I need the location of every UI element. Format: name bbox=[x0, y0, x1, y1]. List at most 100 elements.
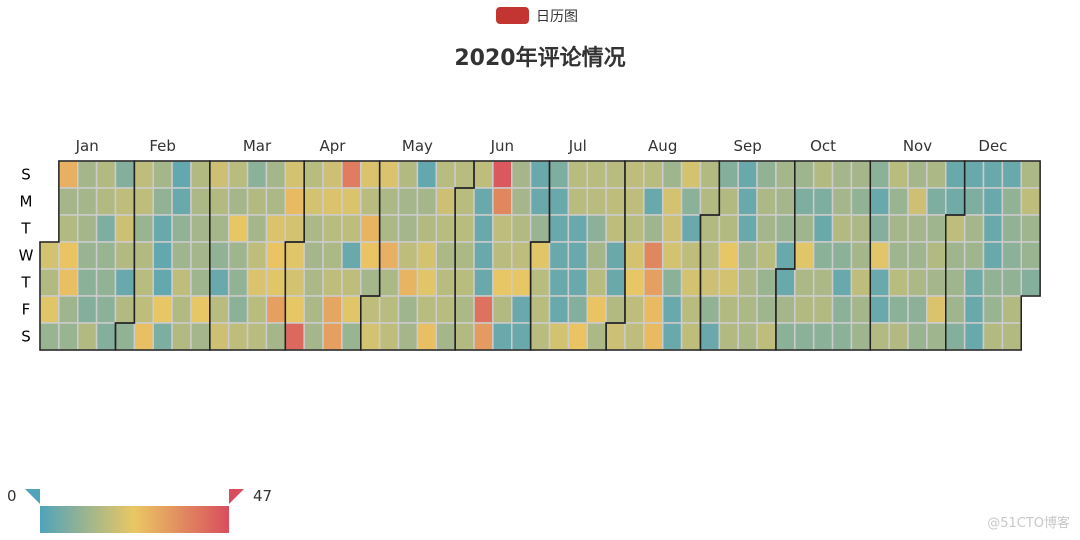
calendar-cell[interactable] bbox=[907, 214, 928, 243]
calendar-cell[interactable] bbox=[586, 322, 607, 351]
calendar-cell[interactable] bbox=[812, 322, 834, 351]
legend-swatch[interactable] bbox=[496, 7, 529, 24]
calendar-cell[interactable] bbox=[190, 187, 211, 216]
calendar-cell[interactable] bbox=[209, 187, 230, 216]
calendar-cell[interactable] bbox=[624, 187, 645, 216]
calendar-cell[interactable] bbox=[133, 187, 154, 216]
calendar-cell[interactable] bbox=[907, 268, 928, 297]
calendar-cell[interactable] bbox=[926, 268, 947, 297]
calendar-cell[interactable] bbox=[95, 214, 117, 243]
calendar-cell[interactable] bbox=[869, 268, 890, 297]
calendar-cell[interactable] bbox=[624, 268, 645, 297]
calendar-cell[interactable] bbox=[548, 214, 570, 243]
calendar-cell[interactable] bbox=[190, 160, 211, 189]
calendar-cell[interactable] bbox=[511, 295, 532, 324]
calendar-cell[interactable] bbox=[775, 295, 796, 324]
calendar-cell[interactable] bbox=[982, 295, 1004, 324]
calendar-cell[interactable] bbox=[888, 268, 909, 297]
calendar-cell[interactable] bbox=[605, 322, 626, 351]
calendar-cell[interactable] bbox=[548, 295, 570, 324]
calendar-cell[interactable] bbox=[982, 214, 1004, 243]
calendar-cell[interactable] bbox=[794, 214, 815, 243]
calendar-cell[interactable] bbox=[1001, 295, 1022, 324]
calendar-cell[interactable] bbox=[39, 295, 60, 324]
calendar-cell[interactable] bbox=[850, 214, 872, 243]
calendar-cell[interactable] bbox=[95, 160, 117, 189]
calendar-cell[interactable] bbox=[454, 322, 475, 351]
calendar-cell[interactable] bbox=[850, 187, 872, 216]
calendar-cell[interactable] bbox=[227, 214, 249, 243]
calendar-cell[interactable] bbox=[831, 187, 853, 216]
calendar-cell[interactable] bbox=[699, 322, 721, 351]
calendar-cell[interactable] bbox=[869, 241, 890, 270]
calendar-cell[interactable] bbox=[76, 322, 98, 351]
calendar-cell[interactable] bbox=[982, 187, 1004, 216]
calendar-cell[interactable] bbox=[76, 214, 98, 243]
calendar-cell[interactable] bbox=[643, 187, 664, 216]
calendar-cell[interactable] bbox=[888, 241, 909, 270]
calendar-cell[interactable] bbox=[888, 295, 909, 324]
calendar-cell[interactable] bbox=[850, 160, 872, 189]
calendar-cell[interactable] bbox=[58, 241, 79, 270]
calendar-cell[interactable] bbox=[209, 268, 230, 297]
calendar-cell[interactable] bbox=[76, 241, 98, 270]
calendar-cell[interactable] bbox=[529, 268, 551, 297]
calendar-cell[interactable] bbox=[511, 268, 532, 297]
calendar-cell[interactable] bbox=[888, 187, 909, 216]
calendar-cell[interactable] bbox=[794, 241, 815, 270]
calendar-cell[interactable] bbox=[511, 241, 532, 270]
calendar-cell[interactable] bbox=[756, 187, 777, 216]
calendar-cell[interactable] bbox=[907, 241, 928, 270]
calendar-cell[interactable] bbox=[95, 241, 117, 270]
calendar-cell[interactable] bbox=[775, 187, 796, 216]
calendar-cell[interactable] bbox=[1001, 160, 1022, 189]
calendar-cell[interactable] bbox=[718, 187, 739, 216]
calendar-cell[interactable] bbox=[567, 160, 588, 189]
calendar-cell[interactable] bbox=[341, 268, 362, 297]
calendar-cell[interactable] bbox=[586, 295, 607, 324]
calendar-cell[interactable] bbox=[303, 160, 324, 189]
calendar-cell[interactable] bbox=[1001, 187, 1022, 216]
calendar-cell[interactable] bbox=[265, 160, 287, 189]
calendar-cell[interactable] bbox=[756, 268, 777, 297]
calendar-cell[interactable] bbox=[190, 214, 211, 243]
calendar-cell[interactable] bbox=[322, 160, 343, 189]
calendar-cell[interactable] bbox=[284, 160, 305, 189]
calendar-cell[interactable] bbox=[341, 160, 362, 189]
legend[interactable]: 日历图 bbox=[496, 7, 578, 25]
calendar-cell[interactable] bbox=[548, 322, 570, 351]
calendar-cell[interactable] bbox=[435, 160, 456, 189]
calendar-cell[interactable] bbox=[511, 187, 532, 216]
calendar-cell[interactable] bbox=[511, 214, 532, 243]
calendar-cell[interactable] bbox=[39, 241, 60, 270]
calendar-cell[interactable] bbox=[699, 187, 721, 216]
calendar-cell[interactable] bbox=[680, 322, 702, 351]
calendar-cell[interactable] bbox=[945, 322, 966, 351]
calendar-cell[interactable] bbox=[643, 214, 664, 243]
calendar-cell[interactable] bbox=[756, 214, 777, 243]
calendar-cell[interactable] bbox=[473, 187, 494, 216]
calendar-cell[interactable] bbox=[114, 268, 136, 297]
calendar-cell[interactable] bbox=[794, 322, 815, 351]
calendar-cell[interactable] bbox=[360, 295, 381, 324]
calendar-cell[interactable] bbox=[209, 214, 230, 243]
calendar-cell[interactable] bbox=[416, 187, 438, 216]
calendar-cell[interactable] bbox=[209, 295, 230, 324]
calendar-cell[interactable] bbox=[888, 160, 909, 189]
calendar-cell[interactable] bbox=[812, 268, 834, 297]
calendar-cell[interactable] bbox=[624, 241, 645, 270]
calendar-cell[interactable] bbox=[95, 295, 117, 324]
calendar-cell[interactable] bbox=[812, 214, 834, 243]
calendar-cell[interactable] bbox=[567, 241, 588, 270]
calendar-cell[interactable] bbox=[680, 214, 702, 243]
calendar-cell[interactable] bbox=[227, 160, 249, 189]
calendar-cell[interactable] bbox=[58, 322, 79, 351]
calendar-cell[interactable] bbox=[209, 241, 230, 270]
calendar-cell[interactable] bbox=[133, 214, 154, 243]
calendar-cell[interactable] bbox=[661, 295, 683, 324]
calendar-cell[interactable] bbox=[209, 322, 230, 351]
calendar-cell[interactable] bbox=[548, 187, 570, 216]
calendar-cell[interactable] bbox=[322, 241, 343, 270]
calendar-cell[interactable] bbox=[246, 214, 268, 243]
calendar-cell[interactable] bbox=[869, 160, 890, 189]
